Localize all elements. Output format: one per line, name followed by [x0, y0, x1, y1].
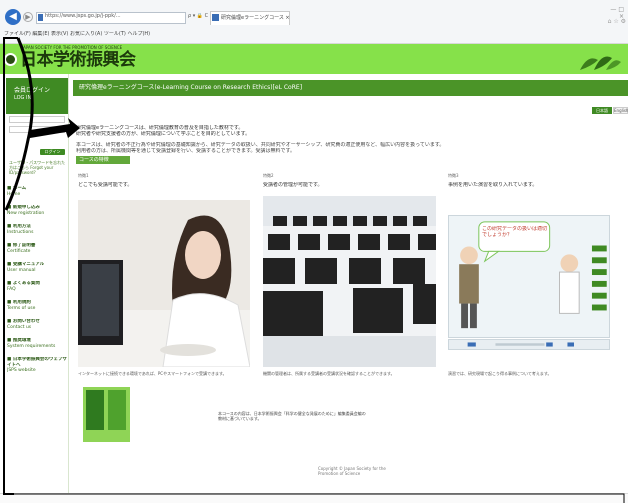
sidebar-item-home[interactable]: ■ ホーム Home [7, 186, 69, 205]
language-jp-button[interactable]: 日本語 [592, 107, 612, 114]
computer-lab-photo [263, 196, 436, 367]
forgot-password-link[interactable]: ユーザID・パスワードを忘れた方はこちら Forgot your ID/pass… [9, 160, 67, 175]
menu-help[interactable]: ヘルプ(H) [127, 31, 150, 37]
feature-2-caption: 機関の管理者は、所属する受講者の受講状況を確認することができます。 [263, 371, 395, 376]
browser-tools-icons[interactable]: ⌂ ☆ ⚙ [600, 18, 626, 25]
forward-arrow-icon[interactable]: ▶ [23, 12, 33, 22]
feature-3-caption: 演習では、研究現場で起こり得る事例について考えます。 [448, 371, 552, 376]
speech-bubble-text: この研究データの扱いは適切でしょうか？ [482, 226, 548, 238]
login-button[interactable]: ログイン [40, 149, 65, 155]
browser-tab[interactable]: 研究倫理eラーニングコース × [210, 11, 290, 25]
tab-close-icon[interactable]: × [285, 15, 289, 21]
sidebar-item-certificate[interactable]: ■ 修了証明書 Certificate [7, 243, 69, 262]
sidebar-item-label: ■ 推奨環境 [7, 338, 31, 343]
sidebar-item-requirements[interactable]: ■ 推奨環境 System requirements [7, 338, 69, 357]
sidebar-item-label: ■ 利用方法 [7, 224, 31, 229]
leaf-decoration-icon [580, 56, 621, 70]
sidebar-item-label: ■ 新規申し込み [7, 205, 40, 210]
feature-1-label: 特徴1 [78, 173, 89, 178]
sidebar-item-label: ■ 利用規約 [7, 300, 31, 305]
feature-2-title: 受講者の管理が可能です。 [263, 182, 323, 188]
sidebar-item-faq[interactable]: ■ よくある質問 FAQ [7, 281, 69, 300]
sidebar-item-label: ■ よくある質問 [7, 281, 40, 286]
menu-view[interactable]: 表示(V) [51, 31, 68, 37]
footer-copyright: Copyright © Japan Society for the Promot… [318, 466, 386, 476]
menu-bar: ファイル(F) 編集(E) 表示(V) お気に入り(A) ツール(T) ヘルプ(… [4, 31, 204, 37]
textbook-cover-left [86, 390, 104, 430]
sidebar-item-label-en: FAQ [7, 286, 16, 292]
password-input[interactable] [9, 126, 65, 133]
feature-3-title: 事例を用いた演習を取り入れています。 [448, 182, 538, 188]
jsps-logo-icon[interactable] [4, 53, 17, 66]
menu-file[interactable]: ファイル(F) [4, 31, 31, 37]
tab-favicon-icon [212, 14, 219, 21]
language-en-button[interactable]: English [613, 107, 628, 114]
sidebar-item-instructions[interactable]: ■ 利用方法 Instructions [7, 224, 69, 243]
sidebar-item-manual[interactable]: ■ 受講マニュアル User manual [7, 262, 69, 281]
login-box: 会員ログイン LOG IN [6, 78, 68, 114]
menu-tools[interactable]: ツール(T) [104, 31, 126, 37]
sidebar-item-terms[interactable]: ■ 利用規約 Terms of use [7, 300, 69, 319]
sidebar-item-label: ■ お問い合わせ [7, 319, 40, 324]
sidebar-item-label: ■ 日本学術振興会のウェブサイトへ [7, 357, 67, 368]
section-tag: コースの特徴 [76, 156, 130, 164]
sidebar-item-label-en: System requirements [7, 343, 56, 349]
student-photo [78, 200, 250, 367]
feature-1-caption: インターネットに接続できる環境であれば、PCやスマートフォンで受講できます。 [78, 371, 227, 376]
menu-edit[interactable]: 編集(E) [32, 31, 49, 37]
sidebar-item-contact[interactable]: ■ お問い合わせ Contact us [7, 319, 69, 338]
sidebar-item-label-en: User manual [7, 267, 36, 273]
textbook-description: 本コースの内容は、日本学術振興会「科学の健全な発展のために」編集委員会編の教材に… [218, 411, 366, 421]
sidebar-item-label-en: New registration [7, 210, 45, 216]
sidebar-item-label: ■ ホーム [7, 186, 27, 191]
sidebar-item-label: ■ 受講マニュアル [7, 262, 45, 267]
address-bar[interactable]: https://www.jsps.go.jp/j-ppk/... [36, 12, 186, 24]
login-subtitle: LOG IN [14, 95, 32, 101]
sidebar-item-jsps-site[interactable]: ■ 日本学術振興会のウェブサイトへ JSPS website [7, 357, 69, 376]
address-text: https://www.jsps.go.jp/j-ppk/... [45, 13, 121, 19]
tab-label: 研究倫理eラーニングコース [221, 15, 284, 21]
page-title: 研究倫理eラーニングコース(e-Learning Course on Resea… [73, 80, 628, 96]
side-nav: ■ ホーム Home ■ 新規申し込み New registration ■ 利用方… [7, 186, 69, 376]
sidebar-item-label-en: Contact us [7, 324, 32, 330]
feature-3-label: 特徴3 [448, 173, 459, 178]
sidebar-item-registration[interactable]: ■ 新規申し込み New registration [7, 205, 69, 224]
address-tools[interactable]: ρ ▾ 🔒 C [188, 13, 208, 19]
browser-status-bar [0, 493, 628, 503]
site-favicon-icon [38, 14, 43, 21]
intro-line-2: 研究者や研究支援者の方が、研究倫理について学ぶことを目的としています。 [76, 131, 251, 137]
sidebar-item-label: ■ 修了証明書 [7, 243, 36, 248]
user-id-input[interactable] [9, 116, 65, 123]
sidebar-item-label-en: Instructions [7, 229, 34, 235]
sidebar-item-label-en: Terms of use [7, 305, 36, 311]
sidebar-item-label-en: Certificate [7, 248, 31, 254]
sidebar-item-label-en: JSPS website [7, 368, 36, 373]
org-name-jp[interactable]: 日本学術振興会 [20, 51, 136, 69]
textbook-cover-right [108, 390, 126, 430]
login-title: 会員ログイン [14, 87, 51, 94]
sidebar-item-label-en: Home [7, 191, 21, 197]
feature-2-label: 特徴2 [263, 173, 274, 178]
back-arrow-icon[interactable]: ◀ [5, 9, 21, 25]
intro-line-4: 利用者の方は、所属機関等を通じて受講登録を行い、受講することができます。受講は無… [76, 148, 296, 154]
slide-controls[interactable] [448, 339, 610, 350]
feature-1-title: どこでも受講可能です。 [78, 182, 133, 188]
menu-favorites[interactable]: お気に入り(A) [70, 31, 102, 37]
